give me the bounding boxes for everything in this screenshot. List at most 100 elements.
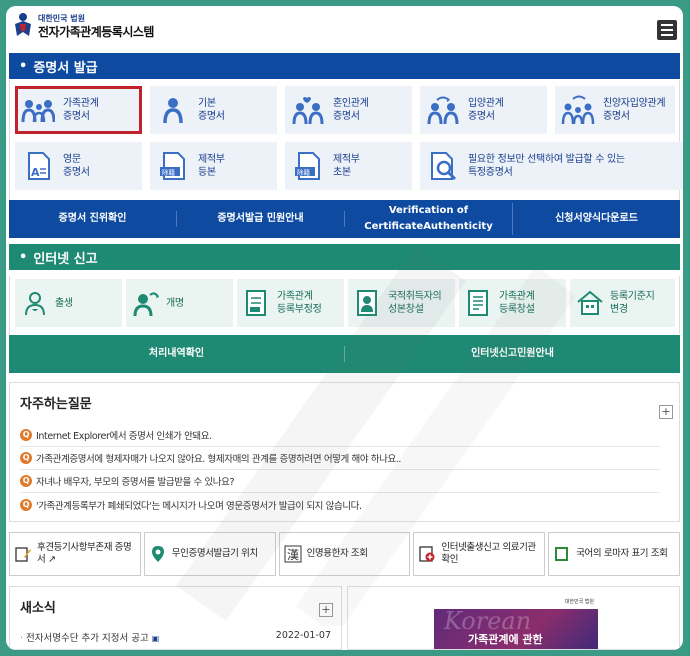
quick-link-label: 무인증명서발급기 위치: [171, 548, 258, 559]
cert-card-marriage[interactable]: 혼인관계증명서: [285, 86, 412, 134]
cert-verify-link[interactable]: 증명서 진위확인: [9, 211, 177, 227]
quick-links: 후견등기사항부존재 증명서 ↗ 무인증명서발급기 위치 漢 인명용한자 조회 인…: [9, 532, 680, 576]
quick-guardianship-cert[interactable]: 후견등기사항부존재 증명서 ↗: [9, 532, 141, 576]
quick-link-label: 인터넷출생신고 의료기관 확인: [441, 542, 536, 565]
cert-card-family[interactable]: 가족관계 증명서: [15, 86, 142, 134]
faq-list: Q Internet Explorer에서 증명서 인쇄가 안돼요. Q 가족관계증…: [20, 424, 671, 516]
cert-link-bar: 증명서 진위확인 증명서발급 민원안내 Verification of Cert…: [9, 200, 680, 238]
faq-item-text: 자녀나 배우자, 부모의 증명서를 발급받을 수 있나요?: [36, 477, 235, 488]
cert-card-label: 증명서: [198, 111, 225, 122]
question-icon: Q: [20, 452, 32, 464]
cert-card-label: 특정증명서: [468, 167, 513, 178]
quick-kiosk-location[interactable]: 무인증명서발급기 위치: [143, 532, 276, 576]
faq-title: 자주하는질문: [20, 397, 92, 412]
doc-pen-icon: [15, 547, 31, 562]
correction-doc-icon: [246, 290, 266, 316]
net-card-label: 가족관계: [499, 291, 535, 302]
cert-card-label: 영문: [63, 154, 81, 165]
net-link-bar: 처리내역확인 인터넷신고민원안내: [9, 335, 680, 373]
net-report-guide-link[interactable]: 인터넷신고민원안내: [345, 346, 680, 362]
quick-name-hanja[interactable]: 漢 인명용한자 조회: [278, 532, 411, 576]
court-logo-icon[interactable]: [12, 12, 34, 38]
faq-item-text: Internet Explorer에서 증명서 인쇄가 안돼요.: [36, 431, 212, 442]
cert-card-label: 증명서: [603, 111, 630, 122]
faq-more-button[interactable]: +: [659, 405, 673, 419]
quick-hospital-check[interactable]: 인터넷출생신고 의료기관 확인: [413, 532, 546, 576]
net-card-label: 성본창설: [388, 304, 424, 315]
cert-card-english[interactable]: A 영문증명서: [15, 142, 142, 190]
faq-item[interactable]: Q 자녀나 배우자, 부모의 증명서를 발급받을 수 있나요?: [20, 470, 660, 493]
form-download-link[interactable]: 신청서양식다운로드: [513, 211, 680, 227]
couple-icon: [292, 97, 324, 125]
faq-item[interactable]: Q '가족관계등록부가 폐쇄되었다'는 메시지가 나오며 영문증명서가 발급이 되…: [20, 493, 660, 516]
cert-card-adoption[interactable]: 입양관계 증명서: [420, 86, 547, 134]
faq-panel: 자주하는질문 + Q Internet Explorer에서 증명서 인쇄가 안돼…: [9, 382, 680, 522]
cert-card-label: 입양관계: [468, 98, 504, 109]
menu-button[interactable]: [657, 20, 677, 40]
cert-card-label: 친양자입양관계: [603, 98, 666, 109]
quick-link-label: 후견등기사항부존재 증명서 ↗: [37, 542, 132, 565]
net-card-grid: 출생 개명 가족관계 등록부정정 국적취득자의 성본창설 가족관계 등록창설 등…: [9, 276, 680, 334]
cert-card-basic[interactable]: 기본증명서: [150, 86, 277, 134]
faq-item-text: '가족관계등록부가 폐쇄되었다'는 메시지가 나오며 영문증명서가 발급이 되지…: [36, 500, 362, 512]
faq-item[interactable]: Q Internet Explorer에서 증명서 인쇄가 안돼요.: [20, 424, 660, 447]
news-item[interactable]: · 전자서명수단 추가 지정서 공고 ▣ 2022-01-07: [20, 630, 331, 644]
news-item-title: 전자서명수단 추가 지정서 공고: [26, 633, 149, 644]
cert-card-label: 증명서: [63, 167, 90, 178]
net-card-rename[interactable]: 개명: [126, 279, 233, 327]
net-card-label: 개명: [166, 297, 184, 309]
svg-text:漢: 漢: [287, 548, 299, 562]
birth-icon: [25, 292, 45, 316]
news-more-button[interactable]: +: [319, 603, 333, 617]
removed-doc-icon: 除籍: [295, 152, 320, 180]
adoption-icon: [427, 96, 459, 125]
cert-card-full-adoption[interactable]: 친양자입양관계증명서: [555, 86, 675, 134]
page-frame: 대한민국 법원 전자가족관계등록시스템 • 증명서 발급 가족관계 증명서 기본 증명…: [6, 6, 683, 650]
hanja-icon: 漢: [284, 545, 302, 563]
adoption-family-icon: [561, 95, 595, 125]
promo-banner[interactable]: 대한민국 법원 Korean 가족관계에 관한: [434, 595, 598, 649]
net-card-label: 출생: [55, 297, 73, 309]
cert-card-label: 필요한 정보만 선택하여 발급할 수 있는: [468, 154, 625, 165]
cert-card-grid: 가족관계 증명서 기본 증명서 혼인관계 증명서 입양관계 증명서 친양자입양관…: [9, 80, 683, 200]
cert-section-title: 증명서 발급: [33, 60, 98, 76]
quick-romanization[interactable]: 국어의 로마자 표기 조회: [548, 532, 680, 576]
cert-card-removed-copy[interactable]: 除籍 제적부등본: [150, 142, 277, 190]
news-panel: 새소식 + · 전자서명수단 추가 지정서 공고 ▣ 2022-01-07: [9, 586, 342, 650]
book-icon: [555, 547, 569, 561]
net-card-label: 국적취득자의: [388, 291, 442, 302]
site-title[interactable]: 전자가족관계등록시스템: [38, 23, 154, 40]
cert-card-label: 등본: [198, 167, 216, 178]
question-icon: Q: [20, 498, 32, 511]
net-card-label: 변경: [610, 304, 628, 315]
net-card-correction[interactable]: 가족관계 등록부정정: [237, 279, 344, 327]
cert-card-label: 가족관계: [63, 98, 99, 109]
net-card-birth[interactable]: 출생: [15, 279, 122, 327]
new-badge-icon: ▣: [151, 634, 160, 643]
cert-card-label: 제적부: [198, 154, 225, 165]
cert-card-removed-abstract[interactable]: 除籍 제적부 초본: [285, 142, 412, 190]
cert-guide-link[interactable]: 증명서발급 민원안내: [177, 211, 345, 227]
faq-item[interactable]: Q 가족관계증명서에 형제자매가 나오지 않아요. 형제자매의 관계를 증명하려면…: [20, 447, 660, 470]
cert-card-specific[interactable]: 필요한 정보만 선택하여 발급할 수 있는특정증명서: [420, 142, 683, 190]
hospital-doc-icon: [419, 546, 435, 562]
cert-card-label: 초본: [333, 167, 351, 178]
banner-text: 가족관계에 관한: [468, 633, 543, 646]
news-item-date: 2022-01-07: [275, 630, 331, 641]
quick-link-label: 국어의 로마자 표기 조회: [576, 548, 668, 559]
news-title: 새소식: [20, 601, 56, 616]
home-icon: [577, 290, 603, 315]
net-card-register[interactable]: 가족관계 등록창설: [459, 279, 566, 327]
cert-card-label: 혼인관계: [333, 98, 369, 109]
cert-card-label: 기본: [198, 98, 216, 109]
net-card-nationality[interactable]: 국적취득자의성본창설: [348, 279, 455, 327]
question-icon: Q: [20, 429, 32, 441]
net-card-domicile[interactable]: 등록기준지 변경: [570, 279, 675, 327]
process-history-link[interactable]: 처리내역확인: [9, 346, 345, 362]
banner-panel: 대한민국 법원 Korean 가족관계에 관한: [347, 586, 680, 650]
svg-text:A: A: [31, 166, 40, 179]
svg-text:除籍: 除籍: [162, 168, 176, 177]
cert-card-label: 증명서: [333, 111, 360, 122]
cert-verify-en-link[interactable]: Verification of CertificateAuthenticity: [345, 203, 513, 235]
top-bar: 대한민국 법원 전자가족관계등록시스템: [6, 6, 683, 48]
